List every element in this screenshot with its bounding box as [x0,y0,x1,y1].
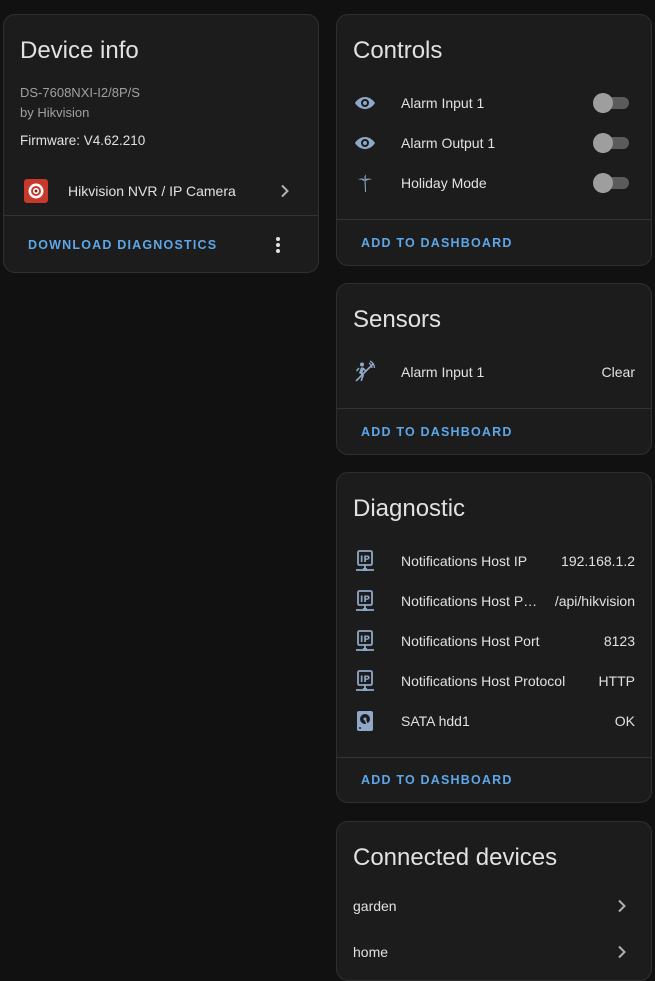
control-label: Alarm Output 1 [401,135,496,151]
integration-row[interactable]: Hikvision NVR / IP Camera [4,171,318,211]
holiday-mode-toggle[interactable] [593,173,629,193]
harddisk-icon [353,709,377,733]
control-label: Alarm Input 1 [401,95,485,111]
device-model: DS-7608NXI-I2/8P/S [20,85,140,100]
connected-device-label: home [353,944,389,960]
chevron-right-icon [281,184,289,198]
diagnostic-label: Notifications Host P… [401,593,538,609]
diagnostic-label: SATA hdd1 [401,713,470,729]
sensor-row[interactable]: Alarm Input 1 Clear [337,352,651,392]
diagnostic-label: Notifications Host Port [401,633,540,649]
ip-network-icon: IP [353,669,377,693]
device-info-card: Device info DS-7608NXI-I2/8P/S by Hikvis… [3,14,319,273]
control-label: Holiday Mode [401,175,487,191]
svg-text:IP: IP [360,675,370,685]
sensors-card: Sensors Alarm Input 1 Clear ADD TO DASHB… [336,283,652,455]
ip-network-icon: IP [353,549,377,573]
diagnostic-title: Diagnostic [353,495,466,522]
motion-sensor-icon [353,360,377,384]
diagnostic-label: Notifications Host IP [401,553,528,569]
more-options-icon[interactable] [270,233,286,257]
hikvision-logo-icon [24,179,48,203]
connected-device-row[interactable]: home [337,932,651,972]
connected-device-row[interactable]: garden [337,886,651,926]
add-to-dashboard-button[interactable]: ADD TO DASHBOARD [361,425,513,439]
sensor-label: Alarm Input 1 [401,364,485,380]
control-row[interactable]: Alarm Output 1 [337,123,651,163]
diagnostic-value: 192.168.1.2 [561,553,635,569]
diagnostic-value: 8123 [603,633,635,649]
download-diagnostics-button[interactable]: DOWNLOAD DIAGNOSTICS [28,238,217,252]
diagnostic-value: OK [614,713,635,729]
add-to-dashboard-button[interactable]: ADD TO DASHBOARD [361,236,513,250]
diagnostic-row[interactable]: IP Notifications Host P… /api/hikvision [337,581,651,621]
eye-icon [353,131,377,155]
controls-card: Controls Alarm Input 1 Alarm Output 1 Ho… [336,14,652,266]
connected-devices-card: Connected devices garden home [336,821,652,981]
device-manufacturer: by Hikvision [20,105,90,120]
svg-text:IP: IP [360,595,370,605]
connected-device-label: garden [353,898,397,914]
integration-label: Hikvision NVR / IP Camera [68,183,236,199]
diagnostic-value: HTTP [598,673,635,689]
divider [337,219,651,220]
ip-network-icon: IP [353,629,377,653]
device-firmware: Firmware: V4.62.210 [20,133,146,148]
diagnostic-card: Diagnostic IP Notifications Host IP 192.… [336,472,652,803]
diagnostic-row[interactable]: IP Notifications Host IP 192.168.1.2 [337,541,651,581]
ip-network-icon: IP [353,589,377,613]
diagnostic-row[interactable]: IP Notifications Host Port 8123 [337,621,651,661]
palm-tree-icon [353,171,377,195]
svg-text:IP: IP [360,635,370,645]
add-to-dashboard-button[interactable]: ADD TO DASHBOARD [361,773,513,787]
divider [337,757,651,758]
eye-icon [353,91,377,115]
controls-title: Controls [353,37,443,64]
divider [337,408,651,409]
alarm-output-1-toggle[interactable] [593,133,629,153]
divider [4,215,318,216]
diagnostic-row[interactable]: SATA hdd1 OK [337,701,651,741]
control-row[interactable]: Holiday Mode [337,163,651,203]
control-row[interactable]: Alarm Input 1 [337,83,651,123]
diagnostic-label: Notifications Host Protocol [401,673,566,689]
chevron-right-icon [618,945,626,959]
device-info-title: Device info [20,37,139,64]
sensor-value: Clear [601,364,635,380]
alarm-input-1-toggle[interactable] [593,93,629,113]
sensors-title: Sensors [353,306,442,333]
diagnostic-value: /api/hikvision [554,593,635,609]
svg-text:IP: IP [360,555,370,565]
diagnostic-row[interactable]: IP Notifications Host Protocol HTTP [337,661,651,701]
chevron-right-icon [618,899,626,913]
connected-devices-title: Connected devices [353,844,558,871]
